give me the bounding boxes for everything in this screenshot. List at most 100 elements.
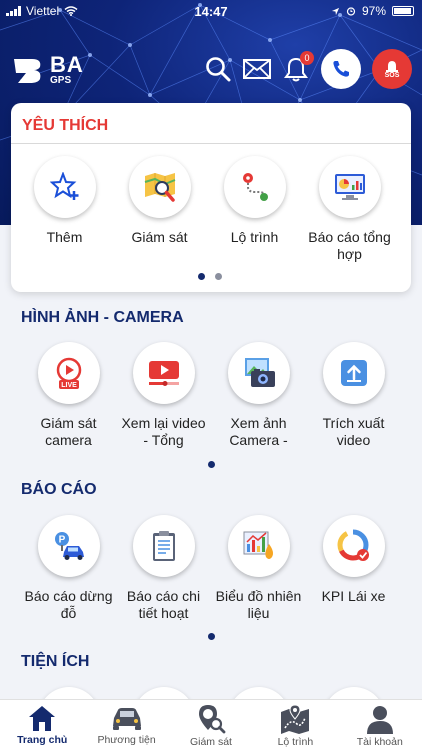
camera-pager bbox=[208, 461, 215, 468]
route-icon bbox=[242, 173, 268, 201]
favorite-item-label: Báo cáo tổng hợp bbox=[308, 229, 391, 262]
report-item-icon-wrap bbox=[132, 515, 195, 577]
kpi-gauge-icon bbox=[337, 529, 369, 561]
car-icon bbox=[112, 708, 141, 730]
notification-button[interactable]: 0 bbox=[282, 51, 314, 83]
favorite-item-route[interactable]: Lộ trình bbox=[207, 156, 302, 263]
app-logo: BA GPS bbox=[12, 54, 84, 86]
nav-label: Giám sát bbox=[189, 736, 232, 748]
location-search-icon bbox=[198, 705, 226, 734]
map-route-icon bbox=[281, 704, 310, 734]
favorite-item-summary-report[interactable]: Báo cáo tổng hợp bbox=[302, 156, 397, 263]
favorite-item-icon-wrap bbox=[128, 156, 191, 218]
siren-icon bbox=[386, 60, 398, 72]
report-item-icon-wrap bbox=[322, 515, 385, 577]
notification-badge: 0 bbox=[300, 51, 314, 65]
report-item-icon-wrap: P bbox=[37, 515, 100, 577]
favorite-item-add[interactable]: Thêm bbox=[17, 156, 112, 263]
camera-item-export[interactable]: Trích xuất video bbox=[306, 342, 401, 449]
report-item-label: Biểu đồ nhiên liệu bbox=[215, 588, 302, 621]
pager-dot[interactable] bbox=[215, 273, 222, 280]
reports-section-title: BÁO CÁO bbox=[21, 481, 97, 498]
nav-home[interactable]: Trang chủ bbox=[0, 700, 84, 750]
parking-car-icon: P bbox=[54, 532, 84, 560]
favorite-item-icon-wrap bbox=[318, 156, 381, 218]
favorite-item-icon-wrap bbox=[33, 156, 96, 218]
camera-item-label: Giám sát camera bbox=[40, 415, 97, 448]
favorite-item-label: Lộ trình bbox=[230, 229, 279, 245]
nav-account[interactable]: Tài khoản bbox=[338, 700, 422, 750]
nav-label: Tài khoản bbox=[356, 736, 403, 748]
nav-label: Lộ trình bbox=[277, 736, 314, 748]
battery-percent: 97% bbox=[361, 4, 386, 18]
photo-camera-icon bbox=[244, 358, 275, 387]
reports-pager bbox=[208, 633, 215, 640]
favorite-item-label: Giám sát bbox=[131, 229, 188, 245]
home-icon bbox=[29, 706, 56, 731]
nav-label: Phương tiện bbox=[97, 734, 156, 746]
camera-item-label: Xem lại video - Tổng bbox=[121, 415, 206, 448]
location-arrow-icon bbox=[331, 7, 340, 15]
logo-sub: GPS bbox=[50, 75, 72, 86]
favorite-item-icon-wrap bbox=[223, 156, 286, 218]
report-item-label: Báo cáo dừng đỗ bbox=[24, 588, 113, 621]
favorites-grid: Thêm Giám sát Lộ trình Báo cáo tổng hợp bbox=[17, 156, 397, 263]
search-button[interactable] bbox=[204, 55, 232, 83]
camera-section-title: HÌNH ẢNH - CAMERA bbox=[21, 309, 184, 326]
camera-grid: LIVE Giám sát camera Xem lại video - Tổn… bbox=[21, 342, 401, 449]
fuel-chart-icon bbox=[243, 531, 273, 559]
nav-monitor[interactable]: Giám sát bbox=[169, 700, 253, 750]
nav-label: Trang chủ bbox=[17, 734, 68, 746]
header-actions: 0 SOS bbox=[204, 49, 412, 89]
utilities-section-title: TIỆN ÍCH bbox=[21, 653, 90, 670]
svg-text:LIVE: LIVE bbox=[61, 382, 77, 389]
favorite-item-monitor[interactable]: Giám sát bbox=[112, 156, 207, 263]
report-item-icon-wrap bbox=[227, 515, 290, 577]
live-camera-icon: LIVE bbox=[56, 357, 81, 389]
favorites-card: YÊU THÍCH Thêm Giám sát Lộ trình Báo cáo… bbox=[11, 103, 411, 292]
camera-item-label: Xem ảnh Camera - bbox=[229, 415, 288, 448]
report-item-label: Báo cáo chi tiết hoạt bbox=[126, 588, 201, 621]
video-play-icon bbox=[148, 361, 179, 386]
nav-route[interactable]: Lộ trình bbox=[253, 700, 337, 750]
clipboard-icon bbox=[152, 531, 175, 561]
pager-dot-active[interactable] bbox=[208, 461, 215, 468]
report-item-parking[interactable]: P Báo cáo dừng đỗ bbox=[21, 515, 116, 622]
report-item-kpi[interactable]: KPI Lái xe bbox=[306, 515, 401, 622]
report-item-fuel[interactable]: Biểu đồ nhiên liệu bbox=[211, 515, 306, 622]
sos-label: SOS bbox=[384, 71, 400, 79]
camera-item-live[interactable]: LIVE Giám sát camera bbox=[21, 342, 116, 449]
camera-item-label: Trích xuất video bbox=[322, 415, 385, 448]
report-item-label: KPI Lái xe bbox=[321, 588, 386, 604]
status-bar: Viettel 14:47 97% bbox=[0, 0, 422, 22]
bottom-nav: Trang chủ Phương tiện Giám sát Lộ trình … bbox=[0, 699, 422, 750]
alarm-icon bbox=[346, 7, 356, 16]
camera-item-icon-wrap bbox=[322, 342, 385, 404]
sos-button[interactable]: SOS bbox=[372, 49, 412, 89]
star-plus-icon bbox=[49, 172, 78, 200]
camera-item-photos[interactable]: Xem ảnh Camera - bbox=[211, 342, 306, 449]
logo-brand: BA bbox=[50, 52, 84, 77]
report-item-activity[interactable]: Báo cáo chi tiết hoạt bbox=[116, 515, 211, 622]
call-button[interactable] bbox=[321, 49, 361, 89]
export-icon bbox=[340, 360, 367, 386]
camera-item-icon-wrap: LIVE bbox=[37, 342, 100, 404]
mail-button[interactable] bbox=[243, 55, 271, 83]
divider bbox=[11, 143, 411, 144]
favorite-item-label: Thêm bbox=[46, 229, 83, 245]
report-chart-icon bbox=[334, 174, 365, 200]
svg-text:P: P bbox=[58, 535, 65, 546]
favorites-title: YÊU THÍCH bbox=[22, 117, 109, 134]
camera-item-playback[interactable]: Xem lại video - Tổng bbox=[116, 342, 211, 449]
phone-icon bbox=[333, 61, 349, 77]
battery-icon bbox=[392, 6, 414, 16]
pager-dot-active[interactable] bbox=[198, 273, 205, 280]
favorites-pager bbox=[198, 273, 222, 280]
pager-dot-active[interactable] bbox=[208, 633, 215, 640]
camera-item-icon-wrap bbox=[227, 342, 290, 404]
nav-vehicles[interactable]: Phương tiện bbox=[84, 700, 168, 750]
mail-icon bbox=[243, 59, 271, 79]
map-search-icon bbox=[144, 173, 175, 202]
camera-item-icon-wrap bbox=[132, 342, 195, 404]
user-icon bbox=[366, 706, 393, 734]
